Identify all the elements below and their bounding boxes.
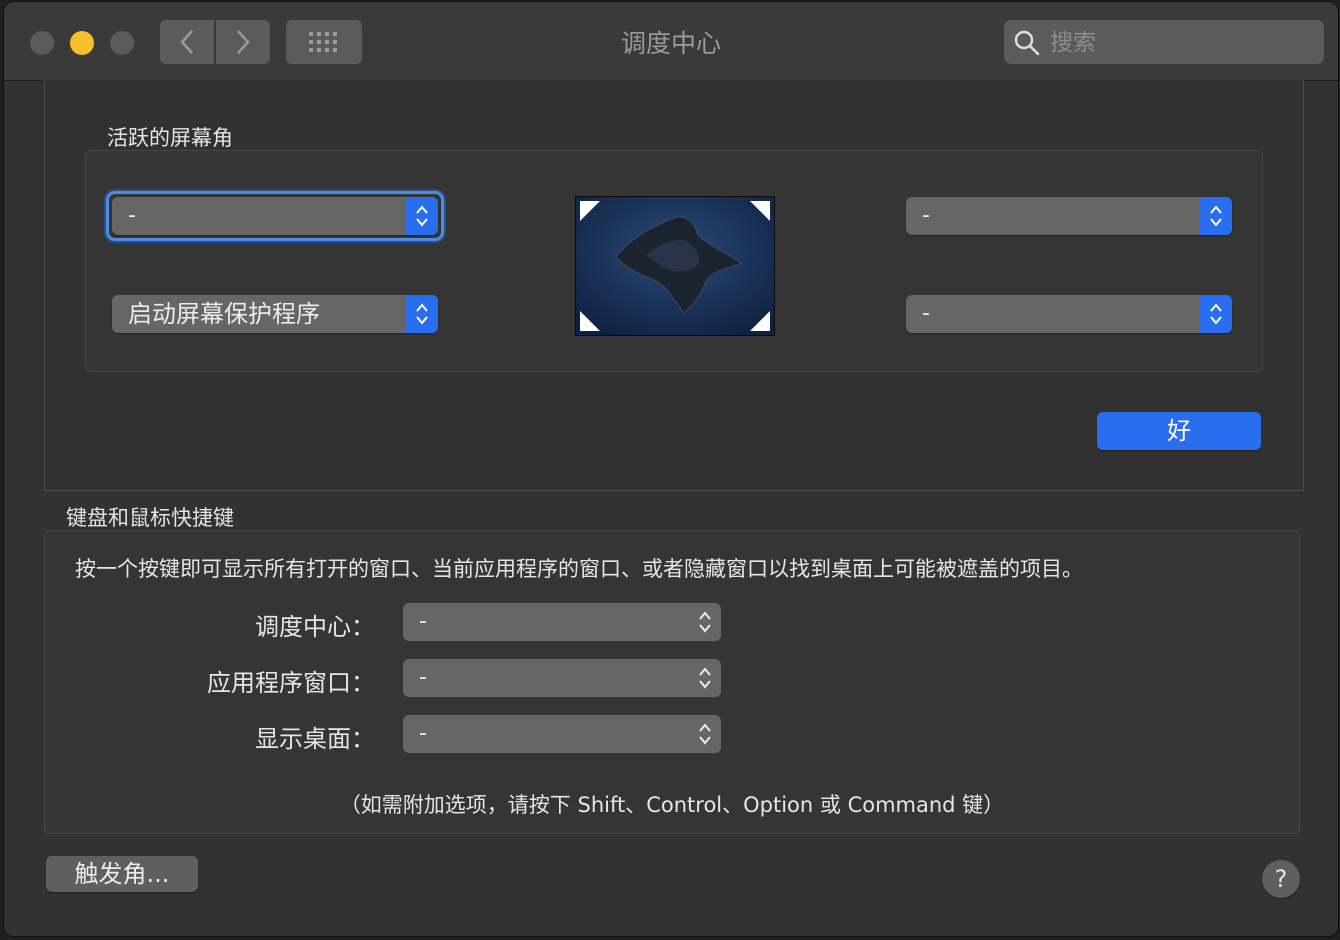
search-icon bbox=[1014, 30, 1040, 56]
popup-value: 启动屏幕保护程序 bbox=[128, 300, 320, 328]
popup-value: - bbox=[922, 301, 930, 326]
show-desktop-label: 显示桌面： bbox=[255, 725, 375, 753]
preferences-window: 调度中心 活跃的屏幕角 - 启动屏幕保护程序 bbox=[4, 2, 1338, 936]
updown-arrows-icon bbox=[699, 611, 711, 633]
desktop-preview-image bbox=[575, 196, 775, 336]
grid-icon bbox=[309, 32, 337, 52]
window-title: 调度中心 bbox=[620, 29, 721, 58]
title-bar: 调度中心 bbox=[4, 2, 1338, 81]
popup-value: - bbox=[922, 203, 930, 228]
chevron-left-icon bbox=[180, 30, 193, 54]
application-windows-shortcut-popup[interactable]: - bbox=[403, 659, 721, 697]
chevron-right-icon bbox=[237, 30, 250, 54]
bottom-left-corner-popup[interactable]: 启动屏幕保护程序 bbox=[112, 295, 438, 333]
updown-arrows-icon bbox=[406, 295, 438, 333]
keyboard-shortcuts-group: 按一个按键即可显示所有打开的窗口、当前应用程序的窗口、或者隐藏窗口以找到桌面上可… bbox=[44, 530, 1300, 834]
popup-value: - bbox=[128, 203, 136, 228]
popup-value: - bbox=[419, 721, 427, 746]
top-left-corner-popup[interactable]: - bbox=[112, 197, 438, 235]
close-window-button[interactable] bbox=[30, 31, 54, 55]
bottom-right-corner-popup[interactable]: - bbox=[906, 295, 1232, 333]
application-windows-label: 应用程序窗口： bbox=[207, 669, 375, 697]
back-button[interactable] bbox=[160, 20, 214, 64]
updown-arrows-icon bbox=[699, 723, 711, 745]
help-button[interactable]: ? bbox=[1262, 860, 1300, 898]
keyboard-shortcuts-title: 键盘和鼠标快捷键 bbox=[66, 506, 234, 530]
show-all-button[interactable] bbox=[286, 20, 362, 64]
hot-corners-sheet: 活跃的屏幕角 - 启动屏幕保护程序 - - 好 bbox=[44, 80, 1304, 491]
corner-marker-icon bbox=[750, 201, 770, 221]
corner-marker-icon bbox=[580, 311, 600, 331]
hot-corners-button[interactable]: 触发角... bbox=[46, 856, 198, 892]
updown-arrows-icon bbox=[1200, 295, 1232, 333]
mission-control-label: 调度中心： bbox=[255, 613, 375, 641]
ok-button[interactable]: 好 bbox=[1097, 412, 1261, 450]
zoom-window-button[interactable] bbox=[110, 31, 134, 55]
mission-control-shortcut-popup[interactable]: - bbox=[403, 603, 721, 641]
updown-arrows-icon bbox=[1200, 197, 1232, 235]
corner-marker-icon bbox=[750, 311, 770, 331]
top-right-corner-popup[interactable]: - bbox=[906, 197, 1232, 235]
show-desktop-shortcut-popup[interactable]: - bbox=[403, 715, 721, 753]
updown-arrows-icon bbox=[406, 197, 438, 235]
minimize-window-button[interactable] bbox=[70, 31, 94, 55]
popup-value: - bbox=[419, 609, 427, 634]
popup-value: - bbox=[419, 665, 427, 690]
corner-marker-icon bbox=[580, 201, 600, 221]
updown-arrows-icon bbox=[699, 667, 711, 689]
search-field[interactable] bbox=[1004, 20, 1324, 66]
keyboard-description: 按一个按键即可显示所有打开的窗口、当前应用程序的窗口、或者隐藏窗口以找到桌面上可… bbox=[75, 557, 1083, 581]
sheet-title: 活跃的屏幕角 bbox=[107, 126, 233, 150]
search-input[interactable] bbox=[1048, 20, 1312, 66]
modifier-keys-note: （如需附加选项，请按下 Shift、Control、Option 或 Comma… bbox=[339, 793, 1005, 817]
forward-button[interactable] bbox=[216, 20, 270, 64]
